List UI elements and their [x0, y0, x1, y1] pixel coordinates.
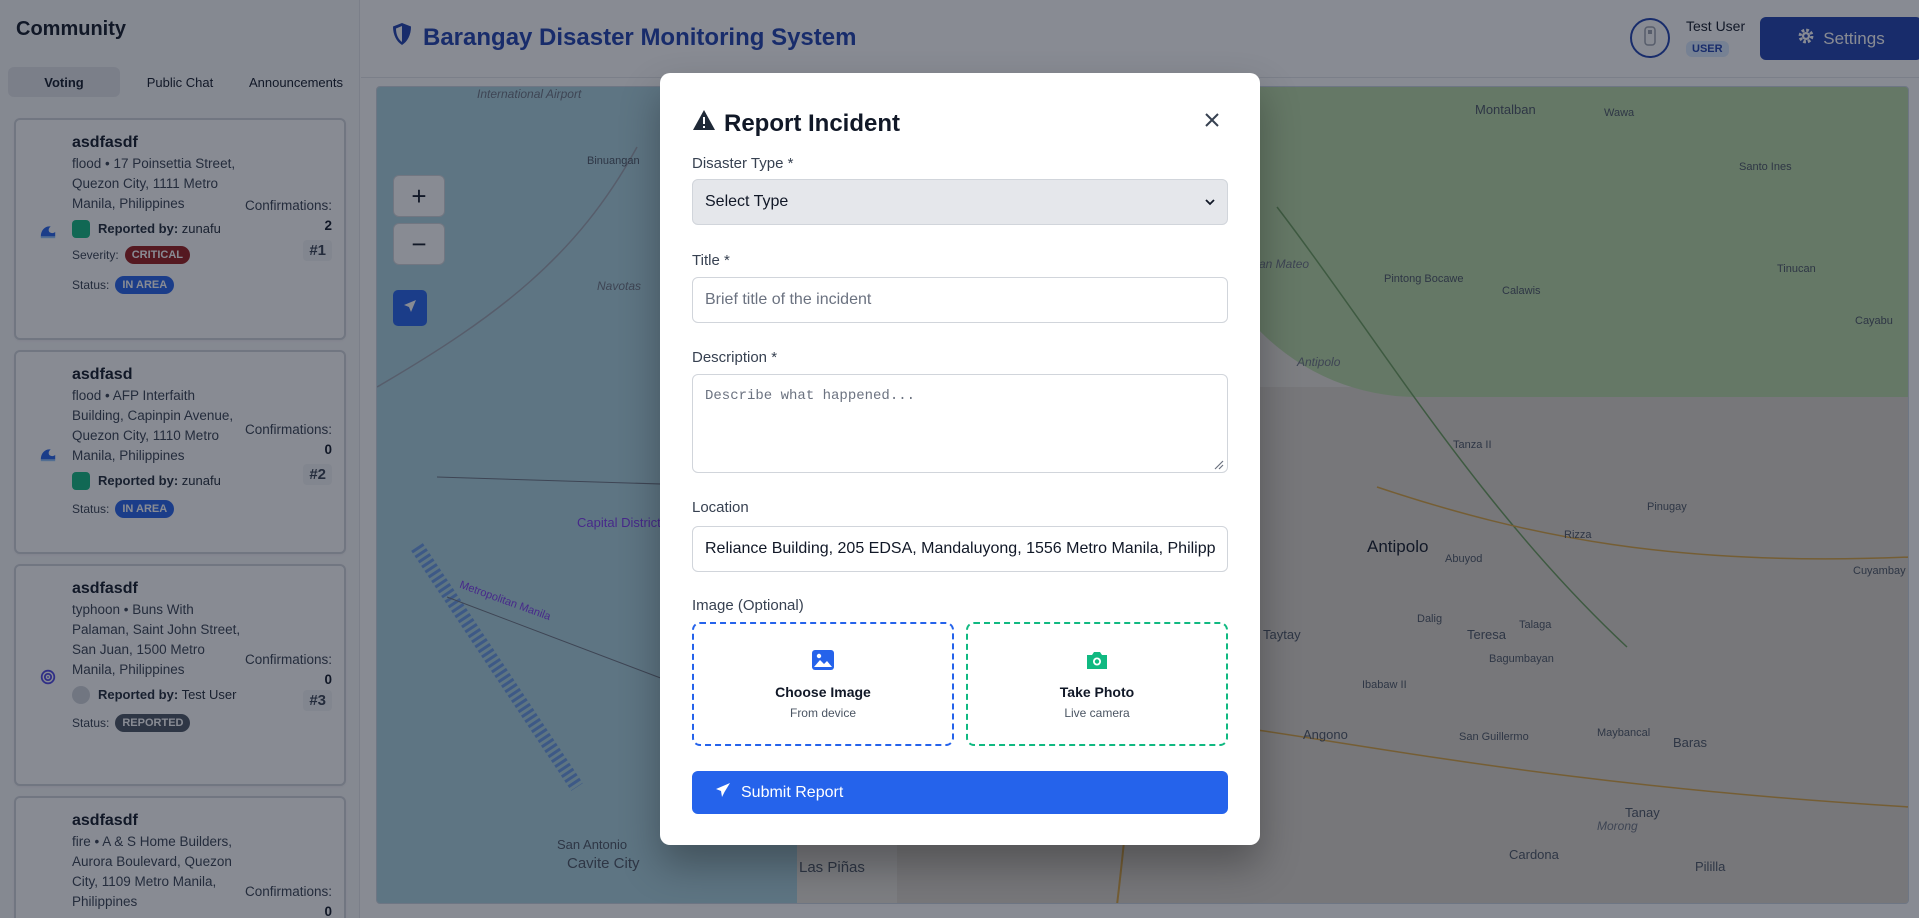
- title-input[interactable]: [692, 277, 1228, 323]
- title-label: Title *: [692, 252, 730, 269]
- close-button[interactable]: [1201, 111, 1223, 133]
- choose-image-label: Choose Image: [775, 683, 871, 700]
- send-icon: [715, 782, 731, 803]
- description-label: Description *: [692, 349, 778, 366]
- close-icon: [1205, 112, 1219, 132]
- disaster-type-value: Select Type: [705, 193, 789, 210]
- submit-report-button[interactable]: Submit Report: [692, 771, 1228, 814]
- description-textarea[interactable]: [692, 374, 1228, 473]
- image-label: Image (Optional): [692, 597, 804, 614]
- take-photo-label: Take Photo: [1059, 683, 1135, 700]
- modal-title-text: Report Incident: [724, 109, 901, 137]
- choose-image-sublabel: From device: [789, 705, 857, 720]
- choose-image-button[interactable]: Choose Image From device: [692, 622, 954, 746]
- location-input[interactable]: [692, 526, 1228, 572]
- take-photo-sublabel: Live camera: [1064, 705, 1130, 720]
- location-label: Location: [692, 499, 749, 516]
- disaster-type-select[interactable]: Select Type: [692, 179, 1228, 225]
- modal-title: Report Incident: [692, 109, 900, 138]
- chevron-down-icon: [1205, 193, 1215, 211]
- image-icon: [811, 649, 835, 676]
- resize-grip-icon[interactable]: [1212, 458, 1224, 470]
- disaster-type-label: Disaster Type *: [692, 155, 794, 172]
- report-incident-modal: Report Incident Disaster Type * Select T…: [660, 73, 1260, 845]
- warning-icon: [692, 109, 716, 138]
- submit-report-label: Submit Report: [741, 783, 844, 801]
- camera-icon: [1085, 649, 1109, 676]
- take-photo-button[interactable]: Take Photo Live camera: [966, 622, 1228, 746]
